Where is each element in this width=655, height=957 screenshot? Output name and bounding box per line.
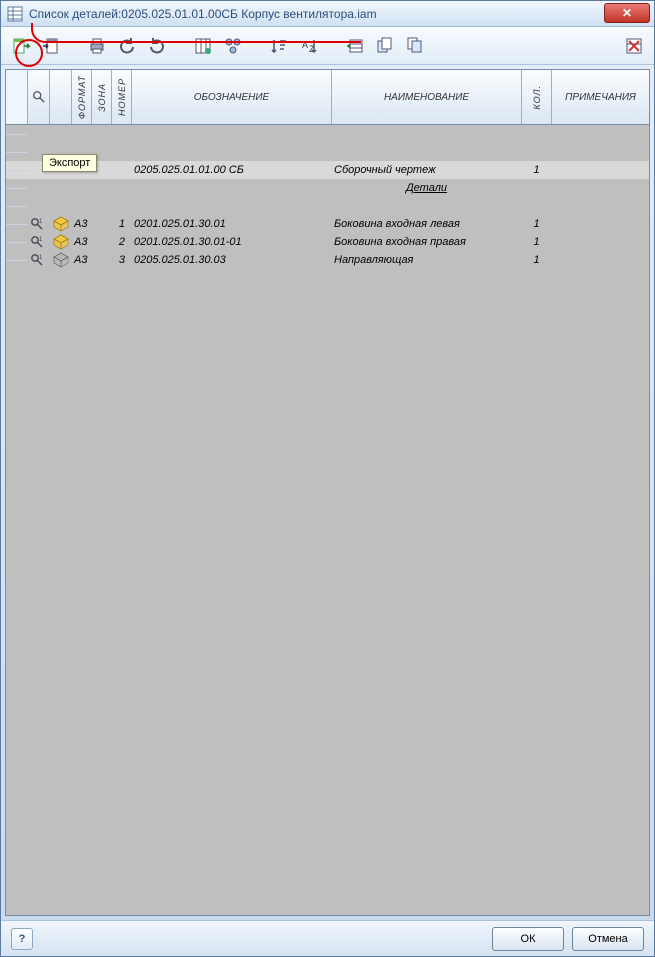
table-row[interactable] — [6, 125, 649, 143]
table-row[interactable] — [6, 143, 649, 161]
header-note[interactable]: ПРИМЕЧАНИЯ — [552, 70, 649, 124]
find-icon[interactable]: 1 — [28, 215, 50, 233]
part-type-icon — [50, 233, 72, 251]
cell-designation[interactable]: 0201.025.01.30.01-01 — [132, 233, 332, 251]
print-button[interactable] — [83, 32, 111, 60]
import-button[interactable] — [37, 32, 65, 60]
paste-button[interactable] — [401, 32, 429, 60]
table-row[interactable] — [6, 197, 649, 215]
cell-number[interactable]: 3 — [112, 251, 132, 269]
header-name[interactable]: НАИМЕНОВАНИЕ — [332, 70, 522, 124]
toolbar: AZ — [1, 27, 654, 65]
grid-header: ФОРМАТ ЗОНА НОМЕР ОБОЗНАЧЕНИЕ НАИМЕНОВАН… — [6, 70, 649, 125]
header-number[interactable]: НОМЕР — [112, 70, 132, 124]
cell-note[interactable] — [552, 215, 649, 233]
cell-number[interactable]: 2 — [112, 233, 132, 251]
redo-button[interactable] — [143, 32, 171, 60]
cell-designation[interactable]: 0201.025.01.30.01 — [132, 215, 332, 233]
svg-text:1: 1 — [39, 219, 43, 225]
delete-button[interactable] — [620, 32, 648, 60]
section-header-row[interactable]: Детали — [6, 179, 649, 197]
find-icon[interactable]: 1 — [28, 251, 50, 269]
cell-name[interactable]: Боковина входная левая — [332, 215, 522, 233]
copy-button[interactable] — [371, 32, 399, 60]
part-type-icon — [50, 215, 72, 233]
close-button[interactable]: ✕ — [604, 3, 650, 23]
header-handle[interactable] — [6, 70, 28, 124]
header-zone[interactable]: ЗОНА — [92, 70, 112, 124]
sort-button[interactable] — [265, 32, 293, 60]
cell-note[interactable] — [552, 233, 649, 251]
dialog-footer: ? ОК Отмена — [1, 920, 654, 956]
cell-name[interactable]: Направляющая — [332, 251, 522, 269]
column-chooser-button[interactable] — [189, 32, 217, 60]
svg-text:A: A — [302, 40, 308, 50]
parts-list-dialog: Список деталей:0205.025.01.01.00СБ Корпу… — [0, 0, 655, 957]
export-tooltip: Экспорт — [42, 154, 97, 172]
cell-format[interactable]: А3 — [72, 215, 92, 233]
ok-button[interactable]: ОК — [492, 927, 564, 951]
part-row[interactable]: 1А330205.025.01.30.03Направляющая1 — [6, 251, 649, 269]
cell-designation[interactable]: 0205.025.01.30.03 — [132, 251, 332, 269]
svg-text:1: 1 — [39, 255, 43, 261]
header-qty[interactable]: КОЛ. — [522, 70, 552, 124]
cell-qty[interactable]: 1 — [522, 233, 552, 251]
parts-grid[interactable]: ФОРМАТ ЗОНА НОМЕР ОБОЗНАЧЕНИЕ НАИМЕНОВАН… — [5, 69, 650, 916]
window-title: Список деталей:0205.025.01.01.00СБ Корпу… — [29, 7, 377, 21]
filter-button[interactable]: AZ — [295, 32, 323, 60]
cell-zone[interactable] — [92, 233, 112, 251]
svg-text:1: 1 — [39, 237, 43, 243]
insert-row-button[interactable] — [341, 32, 369, 60]
header-designation[interactable]: ОБОЗНАЧЕНИЕ — [132, 70, 332, 124]
header-format[interactable]: ФОРМАТ — [72, 70, 92, 124]
cell-zone[interactable] — [92, 251, 112, 269]
header-icon[interactable] — [50, 70, 72, 124]
header-find[interactable] — [28, 70, 50, 124]
title-bar[interactable]: Список деталей:0205.025.01.01.00СБ Корпу… — [1, 1, 654, 27]
cell-format[interactable]: А3 — [72, 251, 92, 269]
part-type-icon — [50, 251, 72, 269]
undo-button[interactable] — [113, 32, 141, 60]
cancel-button[interactable]: Отмена — [572, 927, 644, 951]
help-button[interactable]: ? — [11, 928, 33, 950]
find-icon[interactable]: 1 — [28, 233, 50, 251]
cell-note[interactable] — [552, 251, 649, 269]
parts-list-icon — [7, 6, 23, 22]
part-row[interactable]: 1А310201.025.01.30.01Боковина входная ле… — [6, 215, 649, 233]
cell-format[interactable]: А3 — [72, 233, 92, 251]
cell-qty[interactable]: 1 — [522, 251, 552, 269]
part-row[interactable]: 1 А3 20201.025.01.30.01-01Боковина входная… — [6, 233, 649, 251]
group-settings-button[interactable] — [219, 32, 247, 60]
assembly-row[interactable]: 0205.025.01.01.00 СБ Сборочный чертеж 1 — [6, 161, 649, 179]
cell-qty[interactable]: 1 — [522, 215, 552, 233]
cell-number[interactable]: 1 — [112, 215, 132, 233]
export-button[interactable] — [7, 32, 35, 60]
cell-zone[interactable] — [92, 215, 112, 233]
grid-body: 0205.025.01.01.00 СБ Сборочный чертеж 1 … — [6, 125, 649, 269]
cell-name[interactable]: Боковина входная правая — [332, 233, 522, 251]
